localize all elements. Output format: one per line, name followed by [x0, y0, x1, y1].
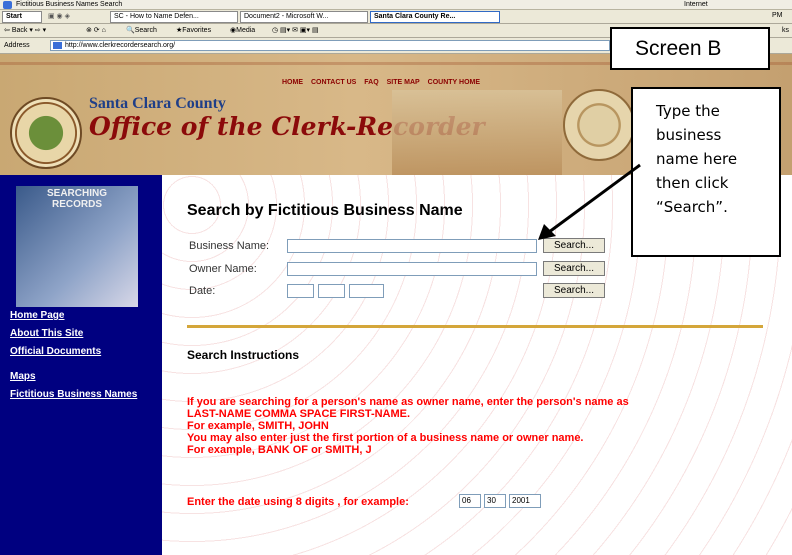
nav-county-home[interactable]: COUNTY HOME — [428, 79, 480, 86]
media-button[interactable]: ◉Media — [230, 24, 255, 37]
clerk-recorder-seal-icon — [563, 89, 635, 161]
sidebar: SEARCHING RECORDS Home Page About This S… — [0, 175, 162, 555]
url-field[interactable]: http://www.clerkrecordersearch.org/ — [50, 40, 610, 51]
stop-refresh-home-icons[interactable]: ⊗ ⟳ ⌂ — [86, 24, 106, 37]
date-year-input[interactable] — [349, 284, 384, 298]
date-example-day: 30 — [484, 494, 506, 508]
divider — [187, 325, 763, 328]
favorites-label: Favorites — [182, 27, 212, 34]
sidebar-item-about[interactable]: About This Site — [10, 328, 83, 339]
owner-name-label: Owner Name: — [189, 263, 257, 275]
search-button[interactable]: 🔍Search — [126, 24, 157, 37]
instructions-title: Search Instructions — [187, 348, 300, 362]
sidebar-item-maps[interactable]: Maps — [10, 371, 36, 382]
internet-zone: Internet — [684, 1, 708, 8]
instruction-line: For example, SMITH, JOHN — [187, 420, 329, 432]
quick-launch-icons: ▣ ◉ ◈ — [48, 13, 70, 20]
back-label: Back — [11, 27, 28, 34]
instruction-line: LAST-NAME COMMA SPACE FIRST-NAME. — [187, 408, 411, 420]
callout-line: name here — [656, 150, 738, 168]
nav-contact[interactable]: CONTACT US — [311, 79, 356, 86]
nav-faq[interactable]: FAQ — [364, 79, 378, 86]
links-label[interactable]: ks — [782, 24, 789, 37]
screen-label: Screen B — [610, 27, 770, 70]
owner-name-input[interactable] — [287, 262, 537, 276]
callout-arrow-icon — [538, 163, 641, 240]
callout-line: Type the — [656, 102, 720, 120]
sidebar-image-title-1: SEARCHING — [46, 188, 107, 199]
date-example-month: 06 — [459, 494, 481, 508]
search-label: Search — [134, 27, 157, 34]
county-seal-icon — [10, 97, 82, 169]
county-name: Santa Clara County — [89, 95, 226, 112]
toolbar-extra-icons[interactable]: ◷ ▤▾ ✉ ▣▾ ▤ — [272, 24, 319, 37]
date-instruction: Enter the date using 8 digits , for exam… — [187, 496, 409, 508]
favorites-button[interactable]: ★Favorites — [176, 24, 211, 37]
media-label: Media — [236, 27, 256, 34]
callout-line: business — [656, 126, 722, 144]
sidebar-image-title-2: RECORDS — [51, 199, 102, 210]
callout-line: then click — [656, 174, 729, 192]
url-text: http://www.clerkrecordersearch.org/ — [65, 42, 176, 49]
taskbar-item-3[interactable]: Santa Clara County Re... — [370, 11, 500, 23]
instructions-text: If you are searching for a person's name… — [187, 396, 629, 456]
back-button[interactable]: ⇦ Back ▾ ⇨ ▾ — [4, 24, 46, 37]
window-title: Fictitious Business Names Search — [16, 1, 123, 8]
page-title: Search by Fictitious Business Name — [187, 202, 463, 219]
taskbar-item-2[interactable]: Document2 - Microsoft W... — [240, 11, 368, 23]
nav-home[interactable]: HOME — [282, 79, 303, 86]
instruction-line: For example, BANK OF or SMITH, J — [187, 444, 372, 456]
sidebar-item-fictitious-business-names[interactable]: Fictitious Business Names — [10, 389, 137, 400]
page-icon — [53, 42, 62, 49]
date-month-input[interactable] — [287, 284, 314, 298]
instruction-line: If you are searching for a person's name… — [187, 396, 629, 408]
ie-icon — [3, 1, 12, 9]
instruction-line: You may also enter just the first portio… — [187, 432, 584, 444]
business-name-input[interactable] — [287, 239, 537, 253]
start-button[interactable]: Start — [2, 11, 42, 23]
date-day-input[interactable] — [318, 284, 345, 298]
callout-line: “Search”. — [656, 198, 728, 216]
clock: PM — [772, 12, 783, 19]
sidebar-item-home[interactable]: Home Page — [10, 310, 64, 321]
sidebar-item-official-documents[interactable]: Official Documents — [10, 346, 101, 357]
taskbar-item-1[interactable]: SC - How to Name Defen... — [110, 11, 238, 23]
date-example-year: 2001 — [509, 494, 541, 508]
address-label: Address — [4, 42, 30, 49]
date-label: Date: — [189, 285, 216, 297]
title-bar: Fictitious Business Names Search Interne… — [0, 0, 792, 10]
searching-records-image: SEARCHING RECORDS — [16, 186, 138, 307]
taskbar: Start ▣ ◉ ◈ SC - How to Name Defen... Do… — [0, 10, 792, 24]
browser-window: Fictitious Business Names Search Interne… — [0, 0, 792, 555]
business-name-label: Business Name: — [189, 240, 270, 252]
date-search-button[interactable]: Search... — [543, 283, 605, 298]
nav-sitemap[interactable]: SITE MAP — [387, 79, 420, 86]
owner-search-button[interactable]: Search... — [543, 261, 605, 276]
top-nav: HOME CONTACT US FAQ SITE MAP COUNTY HOME — [282, 79, 486, 86]
